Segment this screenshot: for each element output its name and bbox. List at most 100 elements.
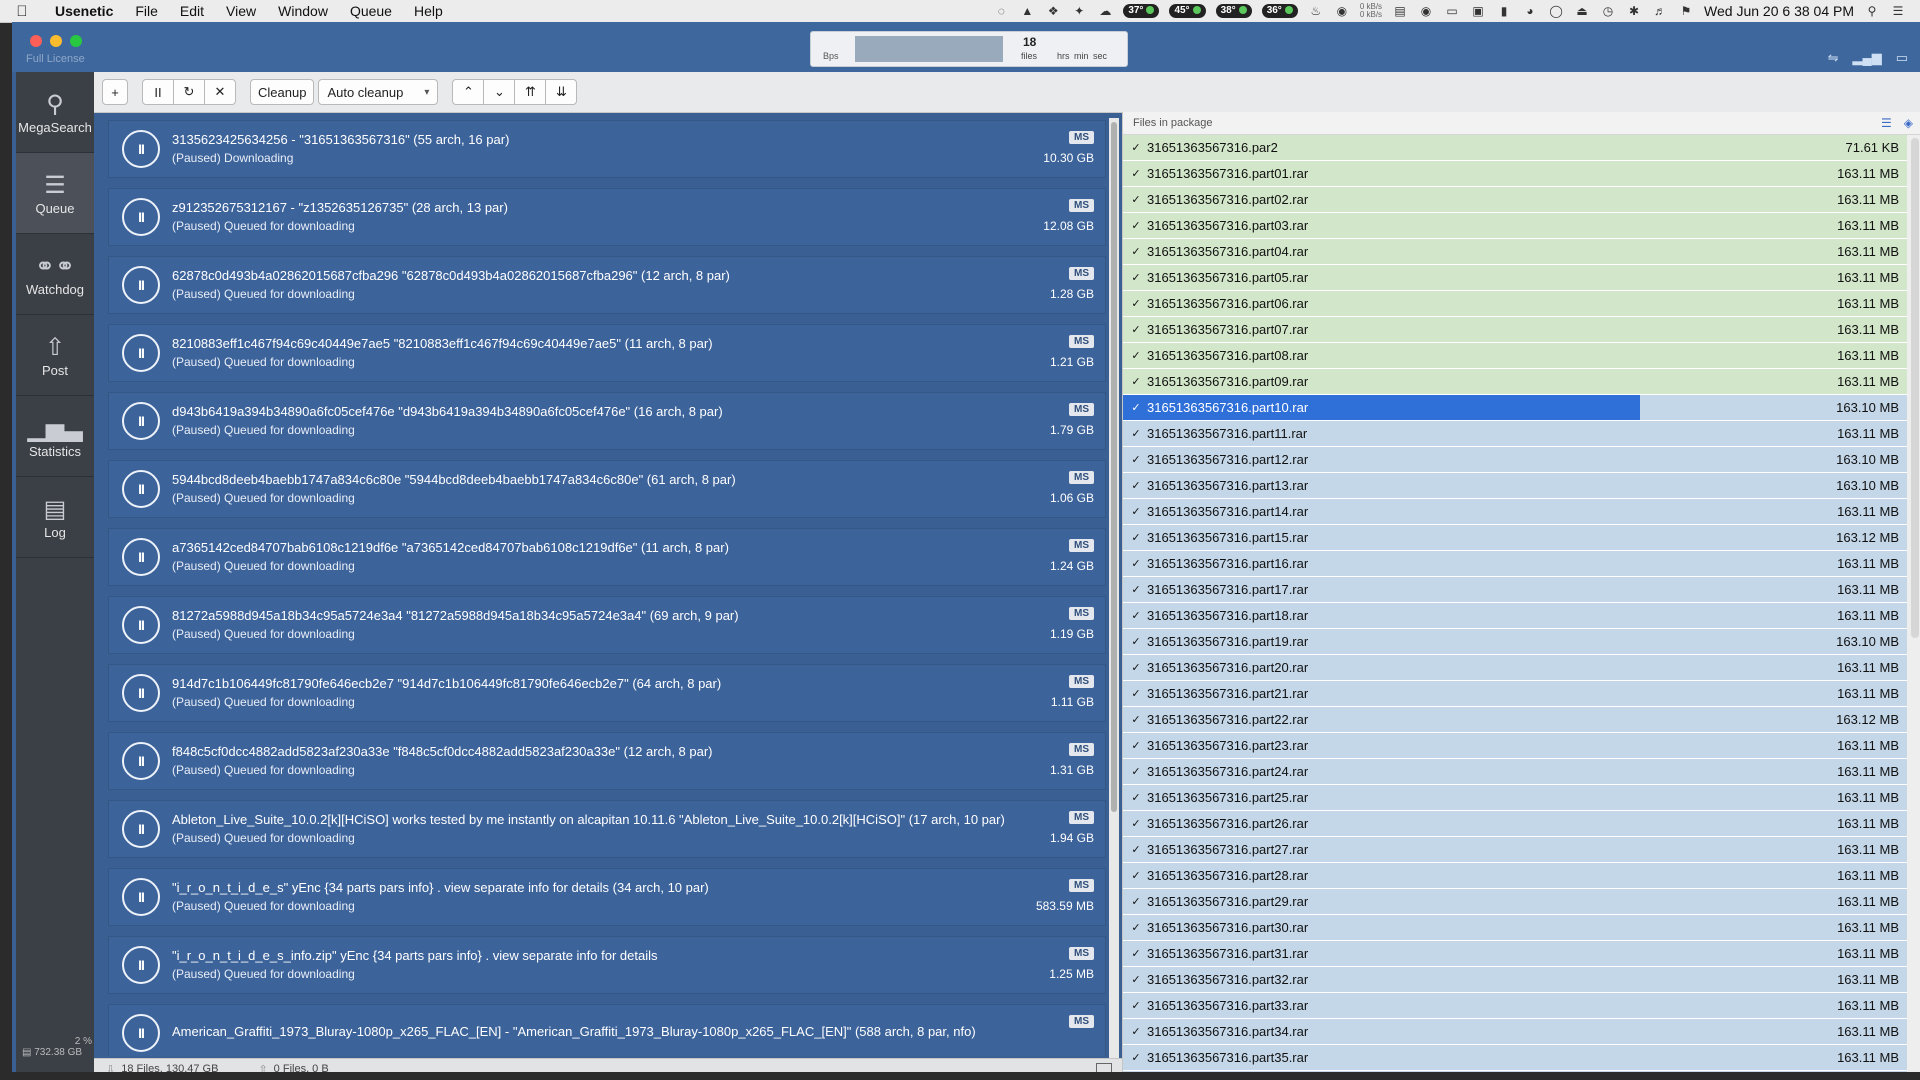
menu-clock[interactable]: Wed Jun 20 6 38 04 PM [1704, 3, 1854, 19]
file-row[interactable]: ✓ 31651363567316.part14.rar 163.11 MB [1123, 499, 1907, 525]
queue-item[interactable]: II "i_r_o_n_t_i_d_e_s" yEnc {34 parts par… [108, 868, 1106, 926]
pause-icon[interactable]: II [122, 674, 160, 712]
move-down-button[interactable]: ⌄ [483, 79, 516, 105]
pause-icon[interactable]: II [122, 334, 160, 372]
diamond-icon[interactable]: ◈ [1904, 116, 1913, 130]
checkmark-icon[interactable]: ✓ [1127, 193, 1145, 206]
move-top-button[interactable]: ⇈ [514, 79, 547, 105]
pause-icon[interactable]: II [122, 266, 160, 304]
file-row[interactable]: ✓ 31651363567316.part30.rar 163.11 MB [1123, 915, 1907, 941]
close-window-button[interactable] [30, 35, 42, 47]
pause-icon[interactable]: II [122, 946, 160, 984]
dropbox-icon[interactable]: ❖ [1045, 4, 1061, 18]
file-row[interactable]: ✓ 31651363567316.part07.rar 163.11 MB [1123, 317, 1907, 343]
vpn-icon[interactable]: ◉ [1418, 4, 1434, 18]
checkmark-icon[interactable]: ✓ [1127, 687, 1145, 700]
checkmark-icon[interactable]: ✓ [1127, 765, 1145, 778]
checkmark-icon[interactable]: ✓ [1127, 167, 1145, 180]
file-row[interactable]: ✓ 31651363567316.part27.rar 163.11 MB [1123, 837, 1907, 863]
checkmark-icon[interactable]: ✓ [1127, 843, 1145, 856]
checkmark-icon[interactable]: ✓ [1127, 349, 1145, 362]
board-temp-badge[interactable]: 36° [1261, 4, 1298, 18]
checkmark-icon[interactable]: ✓ [1127, 713, 1145, 726]
checkmark-icon[interactable]: ✓ [1127, 635, 1145, 648]
queue-item[interactable]: II z912352675312167 - "z1352635126735" (2… [108, 188, 1106, 246]
file-row[interactable]: ✓ 31651363567316.part06.rar 163.11 MB [1123, 291, 1907, 317]
bluetooth-icon[interactable]: ✱ [1626, 4, 1642, 18]
gpu-temp-badge[interactable]: 45° [1169, 4, 1206, 18]
queue-item[interactable]: II 62878c0d493b4a02862015687cfba296 "6287… [108, 256, 1106, 314]
file-row[interactable]: ✓ 31651363567316.part24.rar 163.11 MB [1123, 759, 1907, 785]
pause-icon[interactable]: II [122, 198, 160, 236]
files-scrollbar[interactable] [1911, 138, 1919, 638]
file-row[interactable]: ✓ 31651363567316.part04.rar 163.11 MB [1123, 239, 1907, 265]
checkmark-icon[interactable]: ✓ [1127, 661, 1145, 674]
queue-item[interactable]: II f848c5cf0dcc4882add5823af230a33e "f848… [108, 732, 1106, 790]
file-row[interactable]: ✓ 31651363567316.part21.rar 163.11 MB [1123, 681, 1907, 707]
move-up-button[interactable]: ⌃ [452, 79, 485, 105]
file-row[interactable]: ✓ 31651363567316.par2 71.61 KB [1123, 135, 1907, 161]
connection-icon[interactable]: ⇋ [1828, 50, 1839, 66]
panel-toggle-icon[interactable] [1096, 1063, 1112, 1072]
cleanup-button[interactable]: Cleanup [250, 79, 315, 105]
sidebar-item-post[interactable]: ⇧ Post [16, 315, 94, 396]
file-row[interactable]: ✓ 31651363567316.part10.rar 163.10 MB [1123, 395, 1907, 421]
toggle-panel-icon[interactable]: ▭ [1896, 50, 1908, 66]
checkmark-icon[interactable]: ✓ [1127, 297, 1145, 310]
memory-icon[interactable]: ▤ [1392, 4, 1408, 18]
usenetic-tray-icon[interactable]: ◌ [993, 4, 1009, 18]
disk-temp-badge[interactable]: 38° [1215, 4, 1252, 18]
pause-icon[interactable]: II [122, 742, 160, 780]
file-row[interactable]: ✓ 31651363567316.part08.rar 163.11 MB [1123, 343, 1907, 369]
apple-logo-icon[interactable]:  [0, 3, 44, 20]
display-icon[interactable]: ▭ [1444, 4, 1460, 18]
queue-item[interactable]: II "i_r_o_n_t_i_d_e_s_info.zip" yEnc {34 … [108, 936, 1106, 994]
checkmark-icon[interactable]: ✓ [1127, 401, 1145, 414]
queue-scrollbar[interactable] [1109, 118, 1119, 1058]
checkmark-icon[interactable]: ✓ [1127, 479, 1145, 492]
file-row[interactable]: ✓ 31651363567316.part15.rar 163.12 MB [1123, 525, 1907, 551]
pause-icon[interactable]: II [122, 1014, 160, 1052]
checkmark-icon[interactable]: ✓ [1127, 583, 1145, 596]
checkmark-icon[interactable]: ✓ [1127, 323, 1145, 336]
file-row[interactable]: ✓ 31651363567316.part03.rar 163.11 MB [1123, 213, 1907, 239]
checkmark-icon[interactable]: ✓ [1127, 219, 1145, 232]
file-row[interactable]: ✓ 31651363567316.part23.rar 163.11 MB [1123, 733, 1907, 759]
file-row[interactable]: ✓ 31651363567316.part09.rar 163.11 MB [1123, 369, 1907, 395]
battery-icon[interactable]: ▮ [1496, 4, 1512, 18]
pause-icon[interactable]: II [122, 810, 160, 848]
sidebar-item-queue[interactable]: ☰ Queue [16, 153, 94, 234]
file-row[interactable]: ✓ 31651363567316.part34.rar 163.11 MB [1123, 1019, 1907, 1045]
file-row[interactable]: ✓ 31651363567316.part13.rar 163.10 MB [1123, 473, 1907, 499]
file-row[interactable]: ✓ 31651363567316.part33.rar 163.11 MB [1123, 993, 1907, 1019]
checkmark-icon[interactable]: ✓ [1127, 869, 1145, 882]
checkmark-icon[interactable]: ✓ [1127, 947, 1145, 960]
file-row[interactable]: ✓ 31651363567316.part16.rar 163.11 MB [1123, 551, 1907, 577]
menu-help[interactable]: Help [403, 3, 454, 19]
file-row[interactable]: ✓ 31651363567316.part26.rar 163.11 MB [1123, 811, 1907, 837]
queue-item[interactable]: II a7365142ced84707bab6108c1219df6e "a736… [108, 528, 1106, 586]
file-row[interactable]: ✓ 31651363567316.part19.rar 163.10 MB [1123, 629, 1907, 655]
auto-cleanup-select[interactable]: Auto cleanup ▾ [318, 79, 439, 105]
queue-item[interactable]: II 914d7c1b106449fc81790fe646ecb2e7 "914d… [108, 664, 1106, 722]
cloud-icon[interactable]: ☁ [1097, 4, 1113, 18]
file-row[interactable]: ✓ 31651363567316.part20.rar 163.11 MB [1123, 655, 1907, 681]
file-row[interactable]: ✓ 31651363567316.part17.rar 163.11 MB [1123, 577, 1907, 603]
remove-button[interactable]: ✕ [204, 79, 236, 105]
checkmark-icon[interactable]: ✓ [1127, 609, 1145, 622]
file-row[interactable]: ✓ 31651363567316.part28.rar 163.11 MB [1123, 863, 1907, 889]
checkmark-icon[interactable]: ✓ [1127, 999, 1145, 1012]
file-row[interactable]: ✓ 31651363567316.part35.rar 163.11 MB [1123, 1045, 1907, 1071]
pause-icon[interactable]: II [122, 606, 160, 644]
lock-icon[interactable]: ▣ [1470, 4, 1486, 18]
sidebar-item-megasearch[interactable]: ⚲ MegaSearch [16, 72, 94, 153]
cpu-temp-badge[interactable]: 37° [1123, 4, 1160, 18]
checkmark-icon[interactable]: ✓ [1127, 895, 1145, 908]
pause-icon[interactable]: II [122, 470, 160, 508]
file-row[interactable]: ✓ 31651363567316.part05.rar 163.11 MB [1123, 265, 1907, 291]
queue-item[interactable]: II 3135623425634256 - "31651363567316" (5… [108, 120, 1106, 178]
file-row[interactable]: ✓31651363567316.part36.rar163.11 MB [1123, 1071, 1907, 1072]
pause-icon[interactable]: II [122, 878, 160, 916]
checkmark-icon[interactable]: ✓ [1127, 1051, 1145, 1064]
file-row[interactable]: ✓ 31651363567316.part32.rar 163.11 MB [1123, 967, 1907, 993]
